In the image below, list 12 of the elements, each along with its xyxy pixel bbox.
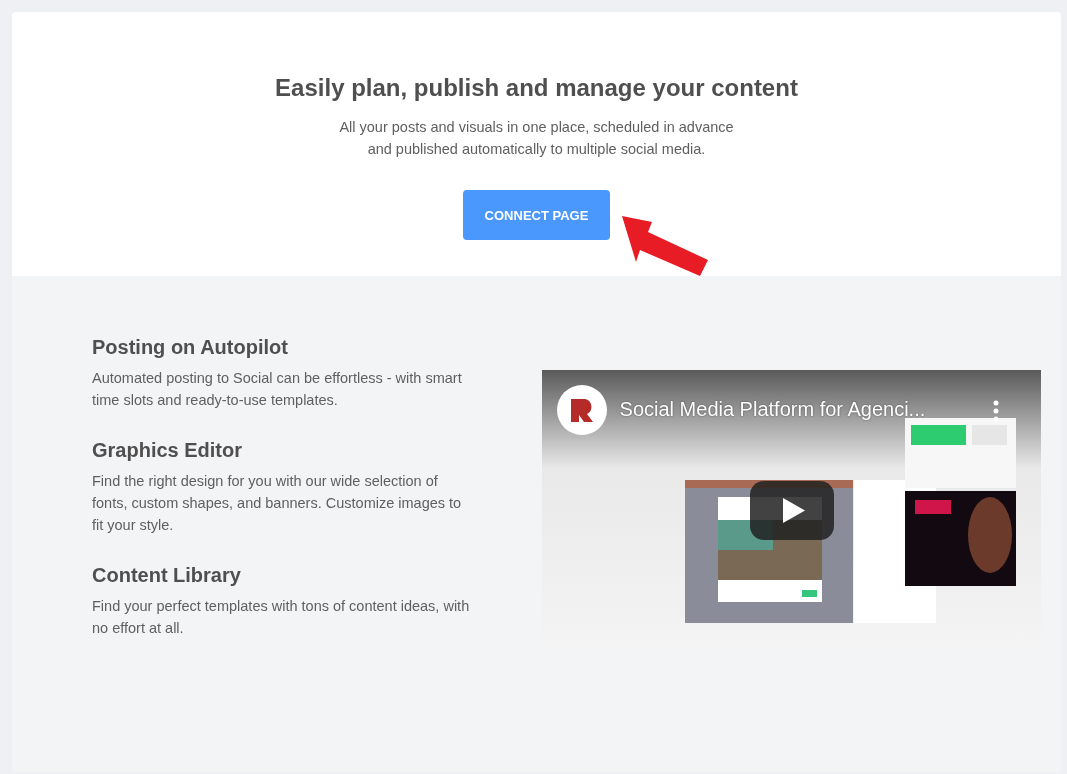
feature-title: Content Library xyxy=(92,564,242,587)
connect-page-button[interactable]: CONNECT PAGE xyxy=(463,190,610,240)
video-title[interactable]: Social Media Platform for Agenci... xyxy=(619,398,926,421)
feature-title: Posting on Autopilot xyxy=(92,336,289,359)
feature-description: Find the right design for you with our wide selection of fonts, custom shapes, and banners. Customize images to fit your style. xyxy=(92,472,463,535)
feature-title: Graphics Editor xyxy=(92,439,244,462)
feature-description: Automated posting to Social can be effortless - with smart time slots and ready-to-use templates. xyxy=(92,369,463,410)
page-subtitle: All your posts and visuals in one place, scheduled in advance and published automatically to multiple social media. xyxy=(339,118,734,159)
play-button-icon[interactable] xyxy=(749,481,834,540)
page-heading: Easily plan, publish and manage your content xyxy=(275,74,798,102)
feature-description: Find your perfect templates with tons of content ideas, with no effort at all. xyxy=(92,597,471,638)
more-options-icon[interactable] xyxy=(991,400,1000,422)
